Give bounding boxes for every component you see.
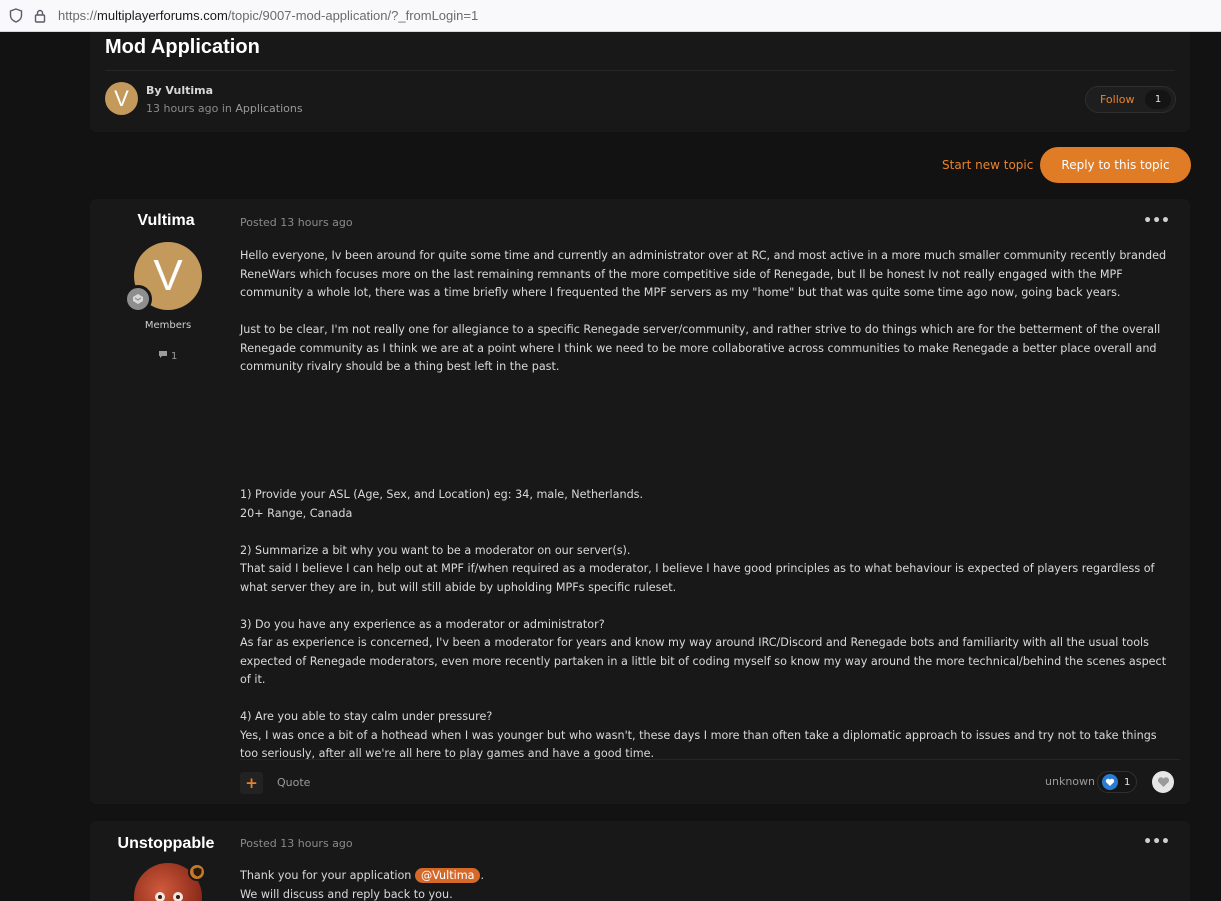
shield-icon[interactable] [8, 8, 24, 24]
comment-icon [158, 350, 168, 362]
reaction-count: 1 [1124, 776, 1131, 788]
post-author[interactable]: Unstoppable [90, 835, 242, 853]
follow-button[interactable]: Follow 1 [1085, 86, 1176, 113]
topic-category-link[interactable]: Applications [235, 102, 302, 115]
post-timestamp[interactable]: Posted 13 hours ago [240, 216, 353, 229]
post: Unstoppable Posted 13 hours ago ••• Than… [90, 821, 1190, 901]
text: . [480, 869, 485, 882]
multiquote-button[interactable]: + [240, 772, 263, 794]
url-prefix: https:// [58, 8, 98, 23]
moderator-badge-icon [188, 863, 206, 881]
rank-badge-icon [124, 285, 152, 313]
post-paragraph: Just to be clear, I'm not really one for… [240, 323, 1161, 373]
follow-label: Follow [1100, 93, 1135, 106]
answer: Yes, I was once a bit of a hothead when … [240, 728, 1157, 761]
topic-header: Mod Application V By Vultima 13 hours ag… [90, 32, 1190, 132]
topic-in-label: in [221, 102, 232, 115]
text: Thank you for your application [240, 869, 415, 882]
topic-meta: 13 hours ago in Applications [146, 102, 303, 115]
reaction-summary[interactable]: 1 [1097, 771, 1137, 793]
divider [240, 759, 1180, 760]
url-host: multiplayerforums.com [97, 8, 228, 23]
answer: As far as experience is concerned, I'v b… [240, 636, 1167, 686]
topic-author[interactable]: By Vultima [146, 84, 213, 97]
member-group: Members [144, 320, 192, 331]
question: 4) Are you able to stay calm under press… [240, 710, 493, 723]
post-menu-button[interactable]: ••• [1143, 834, 1170, 850]
heart-reaction-icon [1102, 774, 1118, 790]
answer: 20+ Range, Canada [240, 506, 353, 520]
avatar[interactable]: V [105, 82, 138, 115]
post-count[interactable]: 1 [158, 350, 177, 362]
quote-button[interactable]: Quote [277, 776, 310, 789]
post-content: Hello everyone, Iv been around for quite… [240, 247, 1175, 377]
post-menu-button[interactable]: ••• [1143, 213, 1170, 229]
post-timestamp[interactable]: Posted 13 hours ago [240, 837, 353, 850]
divider [105, 70, 1175, 71]
url-path: /topic/9007-mod-application/?_fromLogin=… [227, 8, 479, 23]
post-paragraph: We will discuss and reply back to you. [240, 887, 453, 901]
post-author[interactable]: Vultima [90, 212, 242, 230]
post-content-questions: 1) Provide your ASL (Age, Sex, and Locat… [240, 486, 1175, 764]
question: 3) Do you have any experience as a moder… [240, 617, 605, 631]
question: 1) Provide your ASL (Age, Sex, and Locat… [240, 488, 644, 501]
follow-count: 1 [1145, 90, 1171, 109]
reaction-user[interactable]: unknown [1045, 775, 1095, 788]
post-paragraph: Hello everyone, Iv been around for quite… [240, 249, 1167, 299]
add-reaction-icon[interactable] [1152, 771, 1174, 793]
reply-to-topic-button[interactable]: Reply to this topic [1040, 147, 1191, 183]
answer: That said I believe I can help out at MP… [240, 562, 1155, 594]
page-title: Mod Application [105, 36, 260, 58]
post: Vultima V Members 1 Posted 13 hours ago … [90, 199, 1190, 804]
mention-link[interactable]: @Vultima [414, 868, 481, 883]
url-text[interactable]: https://multiplayerforums.com/topic/9007… [58, 8, 478, 23]
lock-icon[interactable] [32, 8, 48, 24]
topic-time: 13 hours ago [146, 102, 219, 115]
question: 2) Summarize a bit why you want to be a … [240, 543, 631, 557]
post-paragraph: Thank you for your application @Vultima. [240, 867, 1175, 886]
browser-address-bar[interactable]: https://multiplayerforums.com/topic/9007… [0, 0, 1221, 32]
start-new-topic-link[interactable]: Start new topic [942, 158, 1033, 172]
post-count-value: 1 [171, 350, 178, 362]
post-content: Thank you for your application @Vultima.… [240, 867, 1175, 901]
